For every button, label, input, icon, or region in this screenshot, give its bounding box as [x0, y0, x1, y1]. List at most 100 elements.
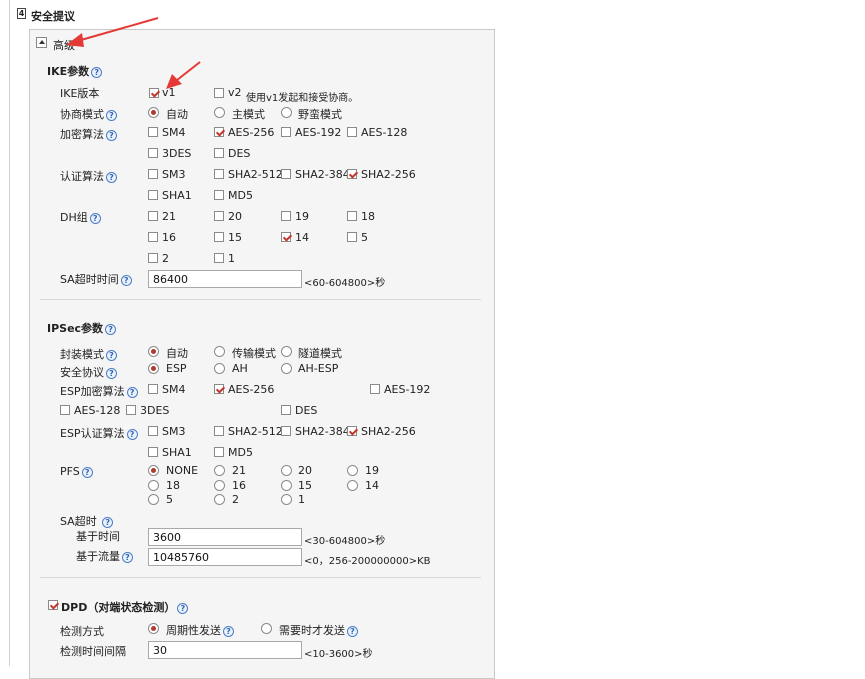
esp-enc-checkbox-aes192[interactable] — [370, 384, 380, 394]
esp-enc-option-label: 3DES — [140, 404, 170, 417]
esp-auth-checkbox-md5[interactable] — [214, 447, 224, 457]
dh-checkbox-19[interactable] — [281, 211, 291, 221]
esp-enc-checkbox-aes128[interactable] — [60, 405, 70, 415]
esp-enc-checkbox-des[interactable] — [281, 405, 291, 415]
pfs-radio-1[interactable] — [281, 494, 292, 505]
help-icon[interactable]: ? — [347, 625, 358, 637]
ike-neg-mode-label: 协商模式? — [60, 106, 117, 122]
help-icon[interactable]: ? — [106, 109, 117, 121]
esp-enc-label-text: ESP加密算法 — [60, 385, 125, 398]
auth-checkbox-sha2-384[interactable] — [281, 169, 291, 179]
proto-radio-ah[interactable] — [214, 363, 225, 374]
dh-checkbox-1[interactable] — [214, 253, 224, 263]
sa-time-input[interactable] — [148, 528, 302, 546]
help-icon[interactable]: ? — [105, 323, 117, 335]
proto-radio-esp[interactable] — [148, 363, 159, 374]
auth-checkbox-sha1[interactable] — [148, 190, 158, 200]
pfs-radio-15[interactable] — [281, 480, 292, 491]
help-icon[interactable]: ? — [81, 466, 93, 478]
help-icon[interactable]: ? — [89, 212, 101, 224]
dpd-interval-input[interactable] — [148, 641, 302, 659]
dh-checkbox-14[interactable] — [281, 232, 291, 242]
ike-sa-timeout-input[interactable] — [148, 270, 302, 288]
sa-traffic-hint: <0，256-200000000>KB — [304, 556, 431, 567]
auth-checkbox-sm3[interactable] — [148, 169, 158, 179]
pfs-radio-14[interactable] — [347, 480, 358, 491]
sa-traffic-input[interactable] — [148, 548, 302, 566]
dh-checkbox-2[interactable] — [148, 253, 158, 263]
esp-auth-checkbox-sha2-256[interactable] — [347, 426, 357, 436]
esp-auth-checkbox-sha2-384[interactable] — [281, 426, 291, 436]
enc-checkbox-aes256[interactable] — [214, 127, 224, 137]
help-icon[interactable]: ? — [106, 129, 117, 141]
ike-v1-checkbox[interactable] — [149, 88, 159, 98]
help-icon[interactable]: ? — [106, 349, 117, 361]
proto-option-label: AH-ESP — [298, 362, 339, 375]
esp-auth-checkbox-sm3[interactable] — [148, 426, 158, 436]
proto-radio-ah-esp[interactable] — [281, 363, 292, 374]
esp-enc-checkbox-3des[interactable] — [126, 405, 136, 415]
encap-radio-tunnel[interactable] — [281, 346, 292, 357]
dpd-detect-label: 检测方式 — [60, 625, 104, 638]
esp-auth-checkbox-sha1[interactable] — [148, 447, 158, 457]
ike-v2-checkbox[interactable] — [214, 88, 224, 98]
dh-checkbox-18[interactable] — [347, 211, 357, 221]
section-collapse-icon[interactable]: 4 — [17, 8, 26, 19]
pfs-option-label: 15 — [298, 479, 312, 492]
pfs-radio-16[interactable] — [214, 480, 225, 491]
dh-option-label: 14 — [295, 231, 309, 244]
detect-radio-periodic[interactable] — [148, 623, 159, 634]
esp-auth-checkbox-sha2-512[interactable] — [214, 426, 224, 436]
esp-enc-option-label: SM4 — [162, 383, 186, 396]
auth-option-label: SHA2-256 — [361, 168, 416, 181]
pfs-radio-18[interactable] — [148, 480, 159, 491]
ipsec-sa-timeout-text: SA超时 — [60, 515, 97, 528]
esp-enc-checkbox-aes256[interactable] — [214, 384, 224, 394]
help-icon[interactable]: ? — [91, 66, 103, 78]
esp-enc-checkbox-sm4[interactable] — [148, 384, 158, 394]
dh-checkbox-15[interactable] — [214, 232, 224, 242]
encap-radio-transport[interactable] — [214, 346, 225, 357]
dh-checkbox-5[interactable] — [347, 232, 357, 242]
dh-checkbox-21[interactable] — [148, 211, 158, 221]
enc-checkbox-des[interactable] — [214, 148, 224, 158]
pfs-radio-5[interactable] — [148, 494, 159, 505]
help-icon[interactable]: ? — [223, 625, 234, 637]
enc-checkbox-aes128[interactable] — [347, 127, 357, 137]
enc-checkbox-aes192[interactable] — [281, 127, 291, 137]
advanced-collapse-icon[interactable] — [36, 37, 47, 48]
help-icon[interactable]: ? — [122, 551, 133, 563]
auth-checkbox-sha2-256[interactable] — [347, 169, 357, 179]
ike-title-text: IKE参数 — [47, 65, 90, 78]
dh-checkbox-16[interactable] — [148, 232, 158, 242]
help-icon[interactable]: ? — [102, 516, 114, 528]
pfs-radio-none[interactable] — [148, 465, 159, 476]
help-icon[interactable]: ? — [106, 367, 117, 379]
dh-checkbox-20[interactable] — [214, 211, 224, 221]
pfs-radio-2[interactable] — [214, 494, 225, 505]
enc-checkbox-sm4[interactable] — [148, 127, 158, 137]
esp-auth-label: ESP认证算法? — [60, 425, 138, 441]
pfs-radio-19[interactable] — [347, 465, 358, 476]
detect-option-text: 需要时才发送 — [279, 624, 345, 637]
section-title: 安全提议 — [31, 10, 75, 23]
help-icon[interactable]: ? — [126, 386, 138, 398]
auth-checkbox-md5[interactable] — [214, 190, 224, 200]
encap-radio-auto[interactable] — [148, 346, 159, 357]
help-icon[interactable]: ? — [177, 602, 189, 614]
enc-checkbox-3des[interactable] — [148, 148, 158, 158]
pfs-radio-20[interactable] — [281, 465, 292, 476]
help-icon[interactable]: ? — [120, 274, 132, 286]
help-icon[interactable]: ? — [106, 171, 117, 183]
neg-mode-radio-auto[interactable] — [148, 107, 159, 118]
neg-mode-radio-aggressive[interactable] — [281, 107, 292, 118]
pfs-radio-21[interactable] — [214, 465, 225, 476]
encap-option-label: 隧道模式 — [298, 347, 342, 360]
auth-checkbox-sha2-512[interactable] — [214, 169, 224, 179]
advanced-label[interactable]: 高级 — [53, 37, 75, 53]
dpd-checkbox[interactable] — [48, 600, 58, 610]
ike-version-label: IKE版本 — [60, 87, 100, 100]
help-icon[interactable]: ? — [126, 428, 138, 440]
detect-radio-on-demand[interactable] — [261, 623, 272, 634]
neg-mode-radio-main[interactable] — [214, 107, 225, 118]
